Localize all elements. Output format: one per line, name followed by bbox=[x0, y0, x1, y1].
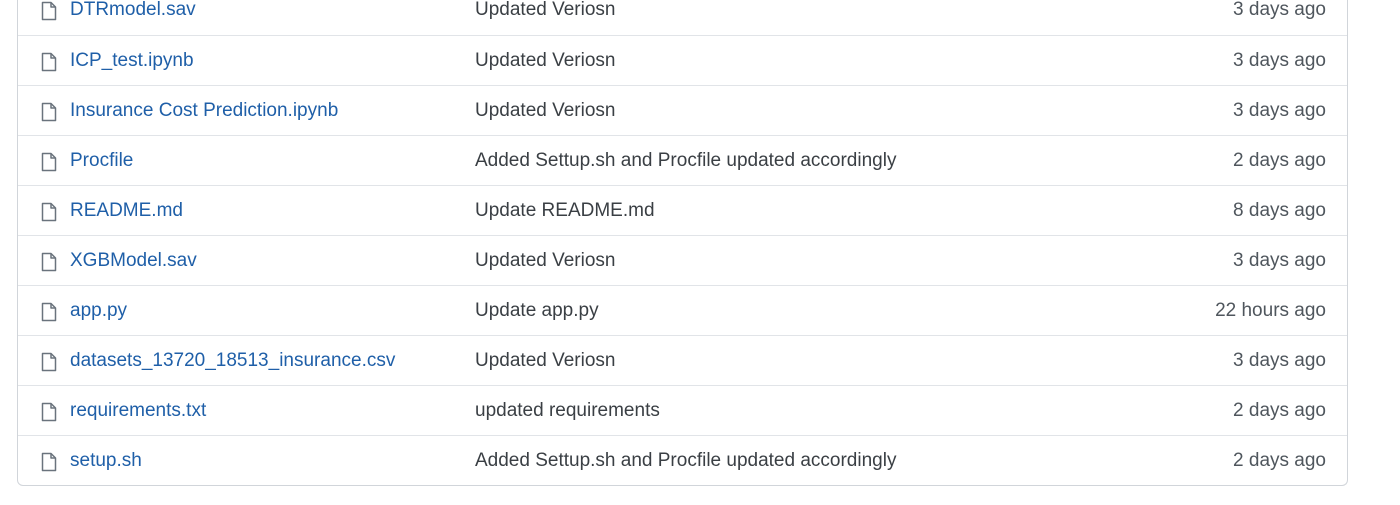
file-name-link[interactable]: datasets_13720_18513_insurance.csv bbox=[70, 350, 395, 372]
file-name-link[interactable]: XGBModel.sav bbox=[70, 250, 197, 272]
commit-message-link[interactable]: Updated Veriosn bbox=[475, 100, 616, 122]
commit-message-link[interactable]: Added Settup.sh and Procfile updated acc… bbox=[475, 150, 896, 172]
file-icon bbox=[41, 102, 59, 122]
commit-age: 2 days ago bbox=[1233, 400, 1326, 421]
commit-age: 3 days ago bbox=[1233, 100, 1326, 121]
file-icon bbox=[41, 452, 59, 472]
commit-message-link[interactable]: Updated Veriosn bbox=[475, 0, 616, 21]
file-row[interactable]: Procfile Added Settup.sh and Procfile up… bbox=[18, 135, 1347, 185]
file-icon bbox=[41, 1, 59, 21]
file-name-link[interactable]: Insurance Cost Prediction.ipynb bbox=[70, 100, 338, 122]
file-icon bbox=[41, 202, 59, 222]
file-icon bbox=[41, 302, 59, 322]
file-name-link[interactable]: requirements.txt bbox=[70, 400, 206, 422]
file-icon bbox=[41, 252, 59, 272]
commit-age: 2 days ago bbox=[1233, 150, 1326, 171]
file-row[interactable]: XGBModel.sav Updated Veriosn 3 days ago bbox=[18, 235, 1347, 285]
commit-age: 8 days ago bbox=[1233, 200, 1326, 221]
file-icon bbox=[41, 352, 59, 372]
file-name-link[interactable]: setup.sh bbox=[70, 450, 142, 472]
commit-age: 22 hours ago bbox=[1215, 300, 1326, 321]
file-row[interactable]: setup.sh Added Settup.sh and Procfile up… bbox=[18, 435, 1347, 485]
commit-age: 2 days ago bbox=[1233, 450, 1326, 471]
file-icon bbox=[41, 402, 59, 422]
commit-age: 3 days ago bbox=[1233, 250, 1326, 271]
file-row[interactable]: datasets_13720_18513_insurance.csv Updat… bbox=[18, 335, 1347, 385]
commit-age: 3 days ago bbox=[1233, 50, 1326, 71]
commit-message-link[interactable]: Updated Veriosn bbox=[475, 250, 616, 272]
file-icon bbox=[41, 52, 59, 72]
commit-message-link[interactable]: Update README.md bbox=[475, 200, 655, 222]
file-icon bbox=[41, 152, 59, 172]
commit-age: 3 days ago bbox=[1233, 0, 1326, 20]
file-name-link[interactable]: README.md bbox=[70, 200, 183, 222]
commit-message-link[interactable]: Updated Veriosn bbox=[475, 50, 616, 72]
file-list: DTRmodel.sav Updated Veriosn 3 days ago … bbox=[17, 0, 1348, 486]
file-name-link[interactable]: ICP_test.ipynb bbox=[70, 50, 194, 72]
commit-message-link[interactable]: Updated Veriosn bbox=[475, 350, 616, 372]
commit-message-link[interactable]: Added Settup.sh and Procfile updated acc… bbox=[475, 450, 896, 472]
commit-age: 3 days ago bbox=[1233, 350, 1326, 371]
file-row[interactable]: ICP_test.ipynb Updated Veriosn 3 days ag… bbox=[18, 35, 1347, 85]
file-row[interactable]: Insurance Cost Prediction.ipynb Updated … bbox=[18, 85, 1347, 135]
file-row[interactable]: DTRmodel.sav Updated Veriosn 3 days ago bbox=[18, 0, 1347, 35]
file-name-link[interactable]: Procfile bbox=[70, 150, 133, 172]
file-row[interactable]: app.py Update app.py 22 hours ago bbox=[18, 285, 1347, 335]
file-row[interactable]: requirements.txt updated requirements 2 … bbox=[18, 385, 1347, 435]
file-row[interactable]: README.md Update README.md 8 days ago bbox=[18, 185, 1347, 235]
commit-message-link[interactable]: Update app.py bbox=[475, 300, 599, 322]
file-name-link[interactable]: DTRmodel.sav bbox=[70, 0, 196, 21]
file-name-link[interactable]: app.py bbox=[70, 300, 127, 322]
commit-message-link[interactable]: updated requirements bbox=[475, 400, 660, 422]
